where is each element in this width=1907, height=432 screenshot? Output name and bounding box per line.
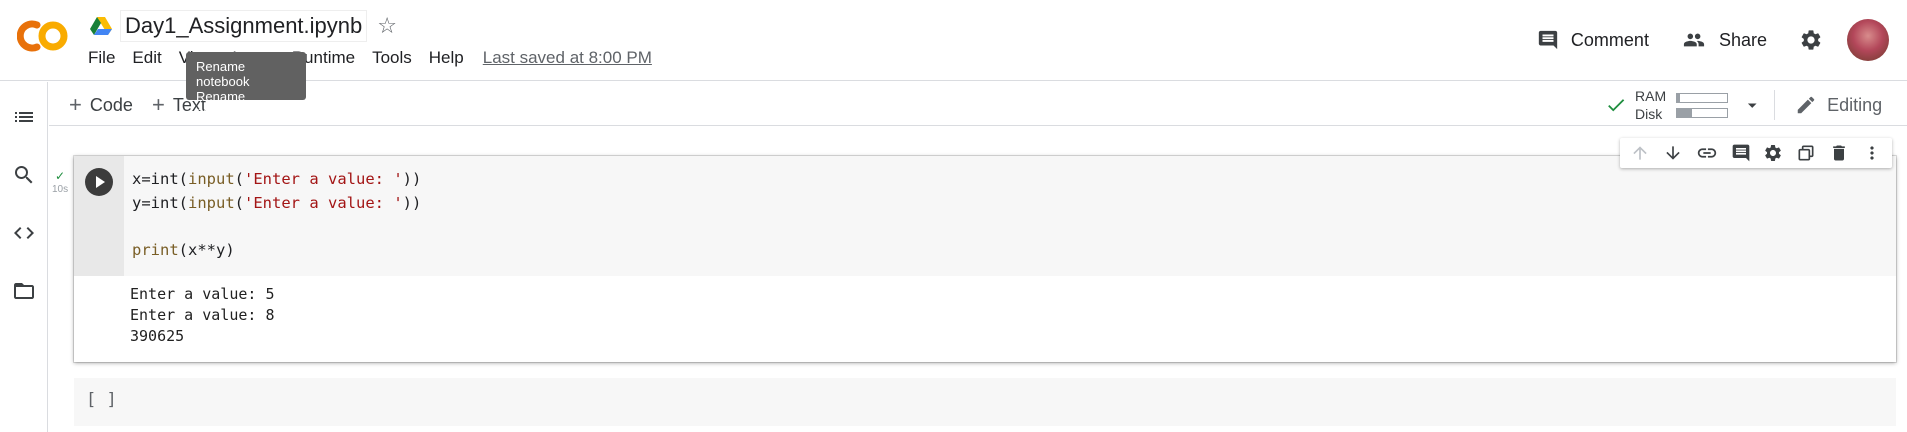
output-line: 390625	[130, 327, 185, 345]
notebook-toolbar: + Code + Text RAM Disk Editing	[49, 82, 1907, 126]
delete-icon[interactable]	[1829, 143, 1849, 163]
share-button[interactable]: Share	[1681, 29, 1767, 51]
add-code-label: Code	[89, 94, 133, 115]
editing-mode-button[interactable]: Editing	[1795, 94, 1882, 116]
menu-bar: File Edit View Insert Runtime Tools Help…	[88, 48, 669, 68]
code-token: (	[234, 193, 245, 212]
output-line: Enter a value: 8	[130, 306, 275, 324]
code-token: ))	[402, 193, 422, 212]
google-drive-icon[interactable]	[90, 16, 112, 36]
code-token: 'Enter a value: '	[244, 193, 403, 212]
plus-icon: +	[152, 92, 165, 117]
user-avatar[interactable]	[1847, 19, 1889, 61]
comment-icon[interactable]	[1731, 143, 1751, 163]
menu-file[interactable]: File	[88, 48, 115, 68]
editing-label: Editing	[1827, 94, 1883, 115]
settings-gear-icon[interactable]	[1799, 28, 1823, 52]
star-icon[interactable]: ☆	[377, 13, 397, 39]
cell-toolbar	[1620, 138, 1892, 168]
ram-label: RAM	[1635, 88, 1667, 104]
cell-settings-icon[interactable]	[1763, 143, 1783, 163]
cell-output: Enter a value: 5 Enter a value: 8 390625	[130, 284, 275, 347]
add-code-button[interactable]: + Code	[69, 92, 133, 118]
run-cell-button[interactable]	[85, 168, 113, 196]
code-token: input	[188, 193, 235, 212]
code-snippets-icon[interactable]	[12, 221, 36, 245]
code-token: input	[188, 170, 235, 188]
mirror-cell-icon[interactable]	[1796, 143, 1816, 163]
code-token: x=int(	[132, 170, 188, 188]
disk-bar	[1676, 107, 1729, 118]
left-sidebar	[0, 82, 48, 432]
check-icon	[1608, 99, 1625, 112]
ram-bar-fill	[1677, 93, 1680, 102]
table-of-contents-icon[interactable]	[12, 105, 36, 129]
arrow-up-icon[interactable]	[1630, 143, 1650, 163]
comment-label: Comment	[1570, 29, 1649, 50]
disk-bar-fill	[1677, 108, 1693, 117]
check-icon: ✓	[55, 169, 66, 183]
resource-monitor[interactable]: RAM Disk Editing	[1605, 87, 1907, 123]
output-line: Enter a value: 5	[130, 285, 275, 303]
disk-label: Disk	[1635, 106, 1663, 122]
plus-icon: +	[69, 92, 82, 117]
menu-edit[interactable]: Edit	[132, 48, 161, 68]
code-token: print	[132, 240, 179, 259]
share-label: Share	[1718, 29, 1767, 50]
code-token: (	[234, 170, 245, 188]
pencil-icon	[1797, 96, 1815, 114]
menu-tools[interactable]: Tools	[372, 48, 412, 68]
tooltip-line: Rename notebook	[196, 89, 250, 119]
ram-bar	[1676, 92, 1729, 103]
title-row: Day1_Assignment.ipynb ☆	[90, 10, 397, 42]
execution-time: 10s	[52, 184, 69, 195]
arrow-down-icon[interactable]	[1663, 143, 1683, 163]
empty-code-cell[interactable]: [ ]	[74, 378, 1896, 426]
notebook-title[interactable]: Day1_Assignment.ipynb	[120, 10, 368, 42]
resource-bars	[1676, 88, 1729, 123]
code-token: ))	[402, 170, 422, 188]
dropdown-arrow-icon[interactable]	[1744, 97, 1760, 113]
tooltip-line: Rename notebook	[196, 59, 250, 89]
comment-button[interactable]: Comment	[1537, 29, 1649, 51]
last-saved-link[interactable]: Last saved at 8:00 PM	[483, 48, 652, 68]
folder-icon[interactable]	[12, 279, 36, 303]
execution-count: [ ]	[86, 390, 117, 410]
code-token: 'Enter a value: '	[244, 170, 403, 188]
rename-tooltip: Rename notebook Rename notebook	[186, 52, 306, 119]
header-actions: Comment Share	[1537, 18, 1907, 62]
resource-labels: RAM Disk	[1635, 87, 1666, 123]
search-icon[interactable]	[12, 163, 36, 187]
people-icon	[1683, 33, 1705, 47]
code-token: (x**y)	[178, 240, 235, 259]
top-header: Day1_Assignment.ipynb ☆ File Edit View I…	[0, 0, 1907, 119]
toolbar-divider	[1774, 90, 1776, 120]
code-cell[interactable]: x=int(input('Enter a value: ')) y=int(in…	[74, 156, 1896, 362]
cell-gutter	[74, 156, 124, 276]
code-line: print(x**y)	[132, 239, 1896, 263]
more-vert-icon[interactable]	[1862, 143, 1882, 163]
code-line: y=int(input('Enter a value: '))	[132, 192, 1896, 216]
execution-status: ✓ 10s	[52, 170, 68, 196]
code-line: x=int(input('Enter a value: '))	[132, 168, 1896, 192]
comment-icon	[1538, 30, 1558, 50]
play-icon	[96, 176, 105, 188]
code-token: y=int(	[132, 193, 188, 212]
code-editor[interactable]: x=int(input('Enter a value: ')) y=int(in…	[124, 156, 1896, 276]
menu-help[interactable]: Help	[429, 48, 464, 68]
colab-logo-icon[interactable]	[17, 19, 69, 53]
link-icon[interactable]	[1696, 142, 1718, 164]
